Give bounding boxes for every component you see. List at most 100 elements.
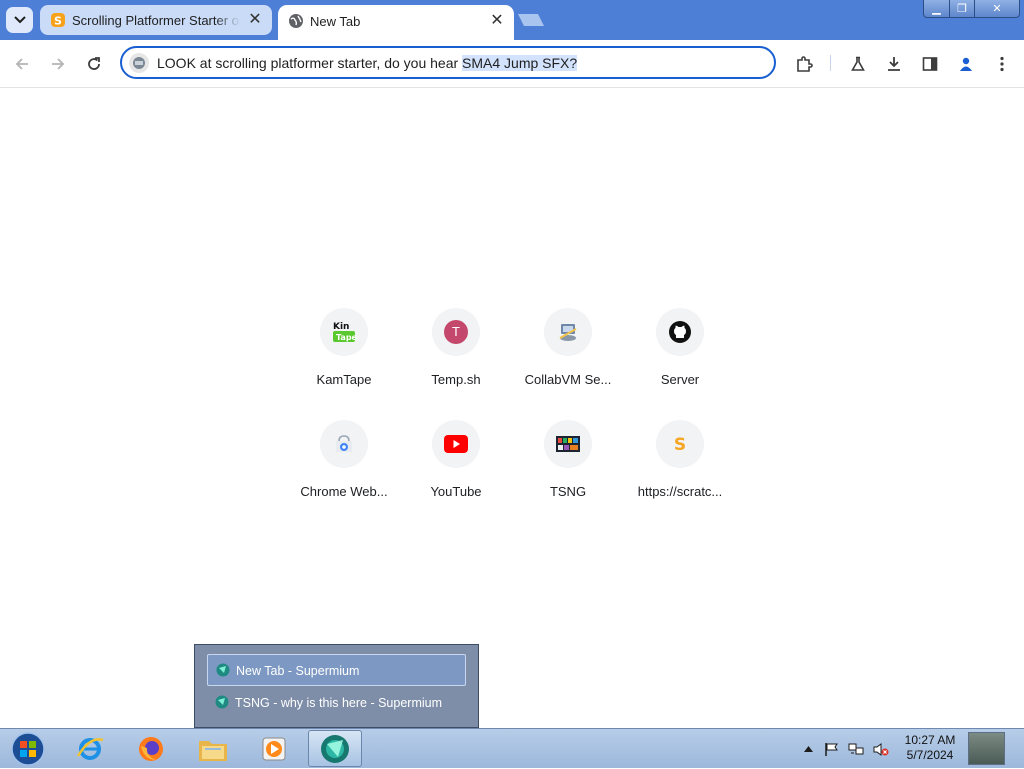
taskbar-file-explorer[interactable] — [186, 730, 240, 767]
shortcut-tile[interactable]: CollabVM Se... — [512, 308, 624, 408]
svg-text:Tape: Tape — [336, 333, 357, 342]
title-bar: S Scrolling Platformer Starter on Scratc… — [0, 0, 1024, 40]
shortcut-icon-container — [656, 308, 704, 356]
shortcut-icon-container — [320, 420, 368, 468]
network-icon[interactable] — [848, 741, 864, 757]
taskbar-window-list-popup: New Tab - Supermium TSNG - why is this h… — [194, 644, 479, 728]
tab-scrolling-platformer[interactable]: S Scrolling Platformer Starter on Scratc… — [40, 5, 272, 35]
supermium-icon — [216, 663, 230, 677]
speaker-muted-icon — [873, 742, 889, 756]
address-bar-query: LOOK at scrolling platformer starter, do… — [157, 55, 463, 71]
arrow-left-icon — [15, 58, 28, 70]
start-button[interactable] — [1, 730, 55, 767]
shortcut-icon-container: S — [656, 420, 704, 468]
kamtape-icon: KinTape — [333, 322, 357, 342]
triangle-up-icon — [803, 746, 813, 752]
address-bar[interactable]: LOOK at scrolling platformer starter, do… — [120, 46, 776, 79]
window-list-item[interactable]: TSNG - why is this here - Supermium — [207, 687, 466, 719]
show-hidden-icons-button[interactable] — [800, 741, 816, 757]
new-tab-button[interactable] — [516, 13, 546, 27]
svg-text:Kin: Kin — [333, 322, 349, 332]
side-panel-button[interactable] — [919, 53, 941, 75]
reload-button[interactable] — [83, 53, 105, 75]
shortcut-tile[interactable]: YouTube — [400, 420, 512, 520]
tab-title: Scrolling Platformer Starter on Scratch — [72, 13, 240, 28]
shortcut-label: Server — [660, 372, 700, 387]
shortcut-label: CollabVM Se... — [524, 372, 612, 387]
globe-icon — [288, 13, 304, 29]
shortcut-label: https://scratc... — [637, 484, 723, 499]
shortcut-icon-container — [544, 420, 592, 468]
taskbar: 10:27 AM 5/7/2024 — [0, 728, 1024, 768]
close-icon[interactable]: ✕ — [246, 11, 264, 29]
supermium-icon — [321, 734, 349, 763]
show-desktop-button[interactable] — [968, 732, 1005, 765]
youtube-icon — [444, 435, 468, 453]
toolbar-separator — [830, 55, 831, 71]
window-list-item[interactable]: New Tab - Supermium — [207, 654, 466, 686]
address-bar-selection: SMA4 Jump SFX? — [462, 55, 578, 71]
taskbar-internet-explorer[interactable] — [63, 730, 117, 767]
profile-button[interactable] — [955, 53, 977, 75]
tab-search-button[interactable] — [6, 7, 33, 33]
shortcut-label: YouTube — [430, 484, 482, 499]
svg-text:S: S — [54, 15, 62, 28]
action-center-icon[interactable] — [823, 741, 839, 757]
clock-time: 10:27 AM — [904, 733, 956, 747]
shortcut-icon-container: Kin Tape — [320, 308, 368, 356]
tsng-icon — [556, 436, 580, 452]
collabvm-icon — [559, 324, 577, 341]
chevron-down-icon — [13, 16, 26, 24]
firefox-icon — [139, 736, 163, 761]
network-icon-glyph — [848, 743, 864, 754]
shortcut-label: Temp.sh — [431, 372, 481, 387]
svg-text:S: S — [674, 435, 686, 454]
file-explorer-icon — [199, 740, 227, 761]
taskbar-clock[interactable]: 10:27 AM 5/7/2024 — [898, 733, 962, 763]
site-info-icon[interactable] — [129, 53, 149, 73]
puzzle-icon — [797, 56, 813, 72]
shortcut-tile[interactable]: T Temp.sh — [400, 308, 512, 408]
scratch-icon: S — [674, 435, 686, 454]
window-list-item-label: New Tab - Supermium — [236, 664, 360, 678]
taskbar-supermium[interactable] — [308, 730, 362, 767]
shortcut-tile[interactable]: Server — [624, 308, 736, 408]
profile-icon — [960, 57, 972, 71]
window-controls: ▁ ❐ ✕ — [923, 0, 1020, 19]
tab-title: New Tab — [310, 14, 361, 29]
letter-t-icon: T — [444, 320, 468, 344]
flask-icon — [851, 56, 865, 71]
labs-button[interactable] — [847, 53, 869, 75]
taskbar-firefox[interactable] — [124, 730, 178, 767]
toolbar: LOOK at scrolling platformer starter, do… — [0, 40, 1024, 88]
media-player-icon — [262, 737, 286, 760]
taskbar-media-player[interactable] — [247, 730, 301, 767]
internet-explorer-icon — [76, 737, 104, 760]
arrow-right-icon — [52, 58, 65, 70]
tab-new-tab[interactable]: New Tab ✕ — [278, 5, 514, 40]
supermium-icon — [215, 695, 229, 709]
extensions-button[interactable] — [793, 53, 815, 75]
flag-icon — [824, 742, 838, 756]
new-tab-icon — [518, 14, 544, 26]
shortcut-tile[interactable]: S https://scratc... — [624, 420, 736, 520]
close-icon[interactable]: ✕ — [488, 12, 506, 30]
chrome-web-store-icon — [336, 435, 352, 452]
maximize-button[interactable]: ❐ — [950, 0, 975, 18]
shortcut-label: KamTape — [316, 372, 372, 387]
shortcut-tile[interactable]: TSNG — [512, 420, 624, 520]
shortcut-icon-container — [432, 420, 480, 468]
scratch-icon: S — [50, 12, 66, 28]
side-panel-icon — [922, 57, 938, 71]
shortcut-icon-container: T — [432, 308, 480, 356]
shortcut-tile[interactable]: Kin Tape KamTape — [288, 308, 400, 408]
back-button[interactable] — [11, 53, 33, 75]
shortcut-icon-container — [544, 308, 592, 356]
shortcut-tile[interactable]: Chrome Web... — [288, 420, 400, 520]
close-window-button[interactable]: ✕ — [975, 0, 1020, 18]
volume-icon[interactable] — [873, 741, 889, 757]
forward-button[interactable] — [47, 53, 69, 75]
minimize-button[interactable]: ▁ — [923, 0, 950, 18]
downloads-button[interactable] — [883, 53, 905, 75]
menu-button[interactable] — [991, 53, 1013, 75]
